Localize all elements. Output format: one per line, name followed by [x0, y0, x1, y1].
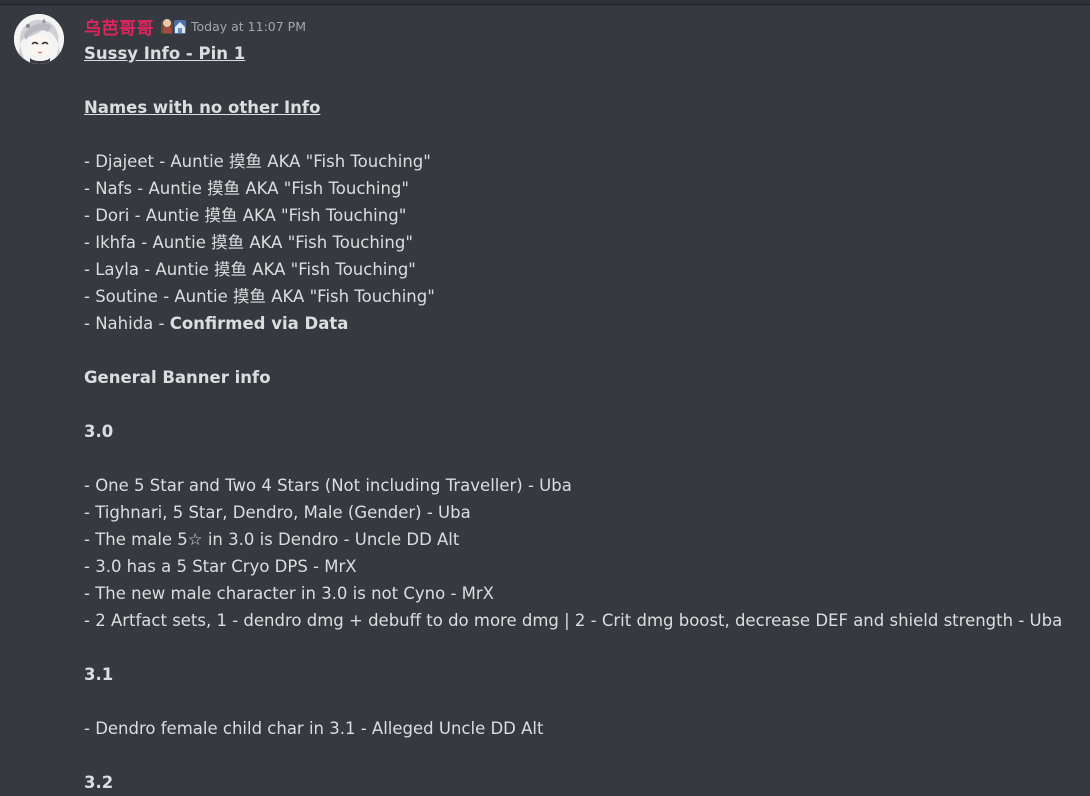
- line-text: - Nafs - Auntie 摸鱼 AKA "Fish Touching": [84, 179, 409, 198]
- section-heading: 3.1: [84, 661, 1084, 688]
- line-text: - Soutine - Auntie 摸鱼 AKA "Fish Touching…: [84, 287, 435, 306]
- list-item: - Tighnari, 5 Star, Dendro, Male (Gender…: [84, 499, 1084, 526]
- list-item: - Ikhfa - Auntie 摸鱼 AKA "Fish Touching": [84, 229, 1084, 256]
- list-item: - Nafs - Auntie 摸鱼 AKA "Fish Touching": [84, 175, 1084, 202]
- line-text: - Djajeet - Auntie 摸鱼 AKA "Fish Touching…: [84, 152, 431, 171]
- line-text: - 3.0 has a 5 Star Cryo DPS - MrX: [84, 557, 357, 576]
- line-text: - Ikhfa - Auntie 摸鱼 AKA "Fish Touching": [84, 233, 413, 252]
- line-text: - Dori - Auntie 摸鱼 AKA "Fish Touching": [84, 206, 407, 225]
- line-text: 3.0: [84, 422, 114, 441]
- message-content: Sussy Info - Pin 1 Names with no other In…: [84, 40, 1084, 796]
- line-text: - The male 5☆ in 3.0 is Dendro - Uncle D…: [84, 530, 460, 549]
- line-text: - One 5 Star and Two 4 Stars (Not includ…: [84, 476, 572, 495]
- list-item: - The new male character in 3.0 is not C…: [84, 580, 1084, 607]
- list-item: - Djajeet - Auntie 摸鱼 AKA "Fish Touching…: [84, 148, 1084, 175]
- line-text: Sussy Info - Pin 1: [84, 44, 246, 63]
- list-item: - Dendro female child char in 3.1 - Alle…: [84, 715, 1084, 742]
- list-item: - One 5 Star and Two 4 Stars (Not includ…: [84, 472, 1084, 499]
- list-item: - Nahida - Confirmed via Data: [84, 310, 1084, 337]
- section-heading: General Banner info: [84, 364, 1084, 391]
- list-item: - Dori - Auntie 摸鱼 AKA "Fish Touching": [84, 202, 1084, 229]
- line-text: - The new male character in 3.0 is not C…: [84, 584, 494, 603]
- section-heading: 3.0: [84, 418, 1084, 445]
- avatar[interactable]: [14, 14, 64, 64]
- line-text: - Tighnari, 5 Star, Dendro, Male (Gender…: [84, 503, 471, 522]
- line-text: - 2 Artfact sets, 1 - dendro dmg + debuf…: [84, 611, 1063, 630]
- top-divider: [0, 0, 1090, 5]
- list-item: - 2 Artfact sets, 1 - dendro dmg + debuf…: [84, 607, 1084, 634]
- line-text: - Dendro female child char in 3.1 - Alle…: [84, 719, 544, 738]
- section-heading: 3.2: [84, 769, 1084, 796]
- timestamp[interactable]: Today at 11:07 PM: [191, 19, 306, 34]
- username[interactable]: 乌芭哥哥: [84, 14, 154, 39]
- emphasis-text: Confirmed via Data: [169, 314, 349, 333]
- role-badge-icon[interactable]: [160, 16, 188, 36]
- list-item: - The male 5☆ in 3.0 is Dendro - Uncle D…: [84, 526, 1084, 553]
- message-header: 乌芭哥哥 Today at 11:07 PM: [84, 14, 306, 39]
- line-text: - Nahida -: [84, 314, 170, 333]
- list-item: - Soutine - Auntie 摸鱼 AKA "Fish Touching…: [84, 283, 1084, 310]
- line-text: - Layla - Auntie 摸鱼 AKA "Fish Touching": [84, 260, 416, 279]
- line-text: 3.2: [84, 773, 114, 792]
- section-heading: Names with no other Info: [84, 94, 1084, 121]
- list-item: - Layla - Auntie 摸鱼 AKA "Fish Touching": [84, 256, 1084, 283]
- line-text: Names with no other Info: [84, 98, 321, 117]
- line-text: General Banner info: [84, 368, 271, 387]
- line-text: 3.1: [84, 665, 114, 684]
- message-title: Sussy Info - Pin 1: [84, 40, 1084, 67]
- list-item: - 3.0 has a 5 Star Cryo DPS - MrX: [84, 553, 1084, 580]
